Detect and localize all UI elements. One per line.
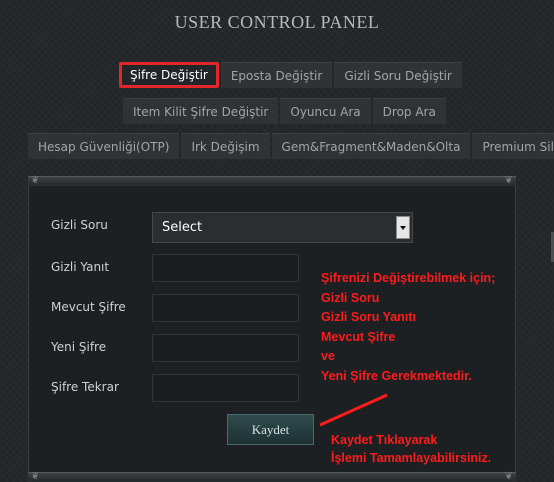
- note-line: ve: [321, 349, 335, 363]
- repeat-password-input[interactable]: [152, 374, 299, 402]
- tab-sifre-degistir[interactable]: Şifre Değiştir: [119, 62, 219, 88]
- panel-bottom-border: [28, 472, 516, 482]
- new-password-input[interactable]: [152, 334, 299, 362]
- current-password-label: Mevcut Şifre: [51, 300, 126, 314]
- current-password-input[interactable]: [152, 294, 299, 322]
- tab-oyuncu-ara[interactable]: Oyuncu Ara: [280, 98, 371, 124]
- save-button[interactable]: Kaydet: [227, 414, 314, 445]
- secret-question-select[interactable]: Select: [152, 212, 413, 243]
- select-value: Select: [162, 220, 203, 235]
- corner-ornament-icon: ❦: [31, 175, 40, 186]
- tab-drop-ara[interactable]: Drop Ara: [372, 98, 446, 124]
- note-line: Gizli Soru Yanıtı: [321, 310, 416, 324]
- tab-hesap-guvenligi[interactable]: Hesap Güvenliği(OTP): [28, 133, 180, 159]
- note-line: Şifrenizi Değiştirebilmek için;: [321, 271, 496, 285]
- corner-ornament-icon: ❦: [504, 471, 513, 482]
- requirements-note: Şifrenizi Değiştirebilmek için; Gizli So…: [321, 269, 495, 386]
- tab-eposta-degistir[interactable]: Eposta Değiştir: [220, 62, 333, 88]
- tab-gem-fragment[interactable]: Gem&Fragment&Maden&Olta: [271, 133, 471, 159]
- chevron-down-icon[interactable]: [396, 216, 410, 239]
- secret-question-label: Gizli Soru: [51, 218, 108, 232]
- note-line: Yeni Şifre Gerekmektedir.: [321, 368, 472, 383]
- corner-ornament-icon: ❦: [31, 471, 40, 482]
- tab-row-1: Şifre Değiştir Eposta Değiştir Gizli Sor…: [119, 62, 464, 88]
- secret-answer-label: Gizli Yanıt: [51, 260, 110, 274]
- tab-gizli-soru-degistir[interactable]: Gizli Soru Değiştir: [334, 62, 462, 88]
- note-line: Mevcut Şifre: [321, 329, 396, 344]
- repeat-password-label: Şifre Tekrar: [51, 380, 119, 394]
- secret-answer-input[interactable]: [152, 254, 299, 282]
- note-line: İşlemi Tamamlayabilirsiniz.: [331, 451, 492, 465]
- note-line: Gizli Soru: [321, 290, 380, 305]
- tab-item-kilit-sifre[interactable]: Item Kilit Şifre Değiştir: [123, 98, 279, 124]
- corner-ornament-icon: ❦: [504, 175, 513, 186]
- save-hint-note: Kaydet Tıklayarak İşlemi Tamamlayabilirs…: [331, 431, 491, 467]
- tab-premium-sil[interactable]: Premium Sil: [472, 133, 554, 159]
- page-title: USER CONTROL PANEL: [174, 12, 380, 32]
- panel-top-border: [28, 176, 516, 186]
- tab-row-3: Hesap Güvenliği(OTP) Irk Değişim Gem&Fra…: [28, 133, 554, 159]
- note-line: Kaydet Tıklayarak: [331, 433, 438, 447]
- tab-irk-degisim[interactable]: Irk Değişim: [181, 133, 270, 159]
- tab-row-2: Item Kilit Şifre Değiştir Oyuncu Ara Dro…: [123, 98, 448, 124]
- new-password-label: Yeni Şifre: [51, 340, 107, 354]
- annotation-arrow-icon: [319, 393, 388, 427]
